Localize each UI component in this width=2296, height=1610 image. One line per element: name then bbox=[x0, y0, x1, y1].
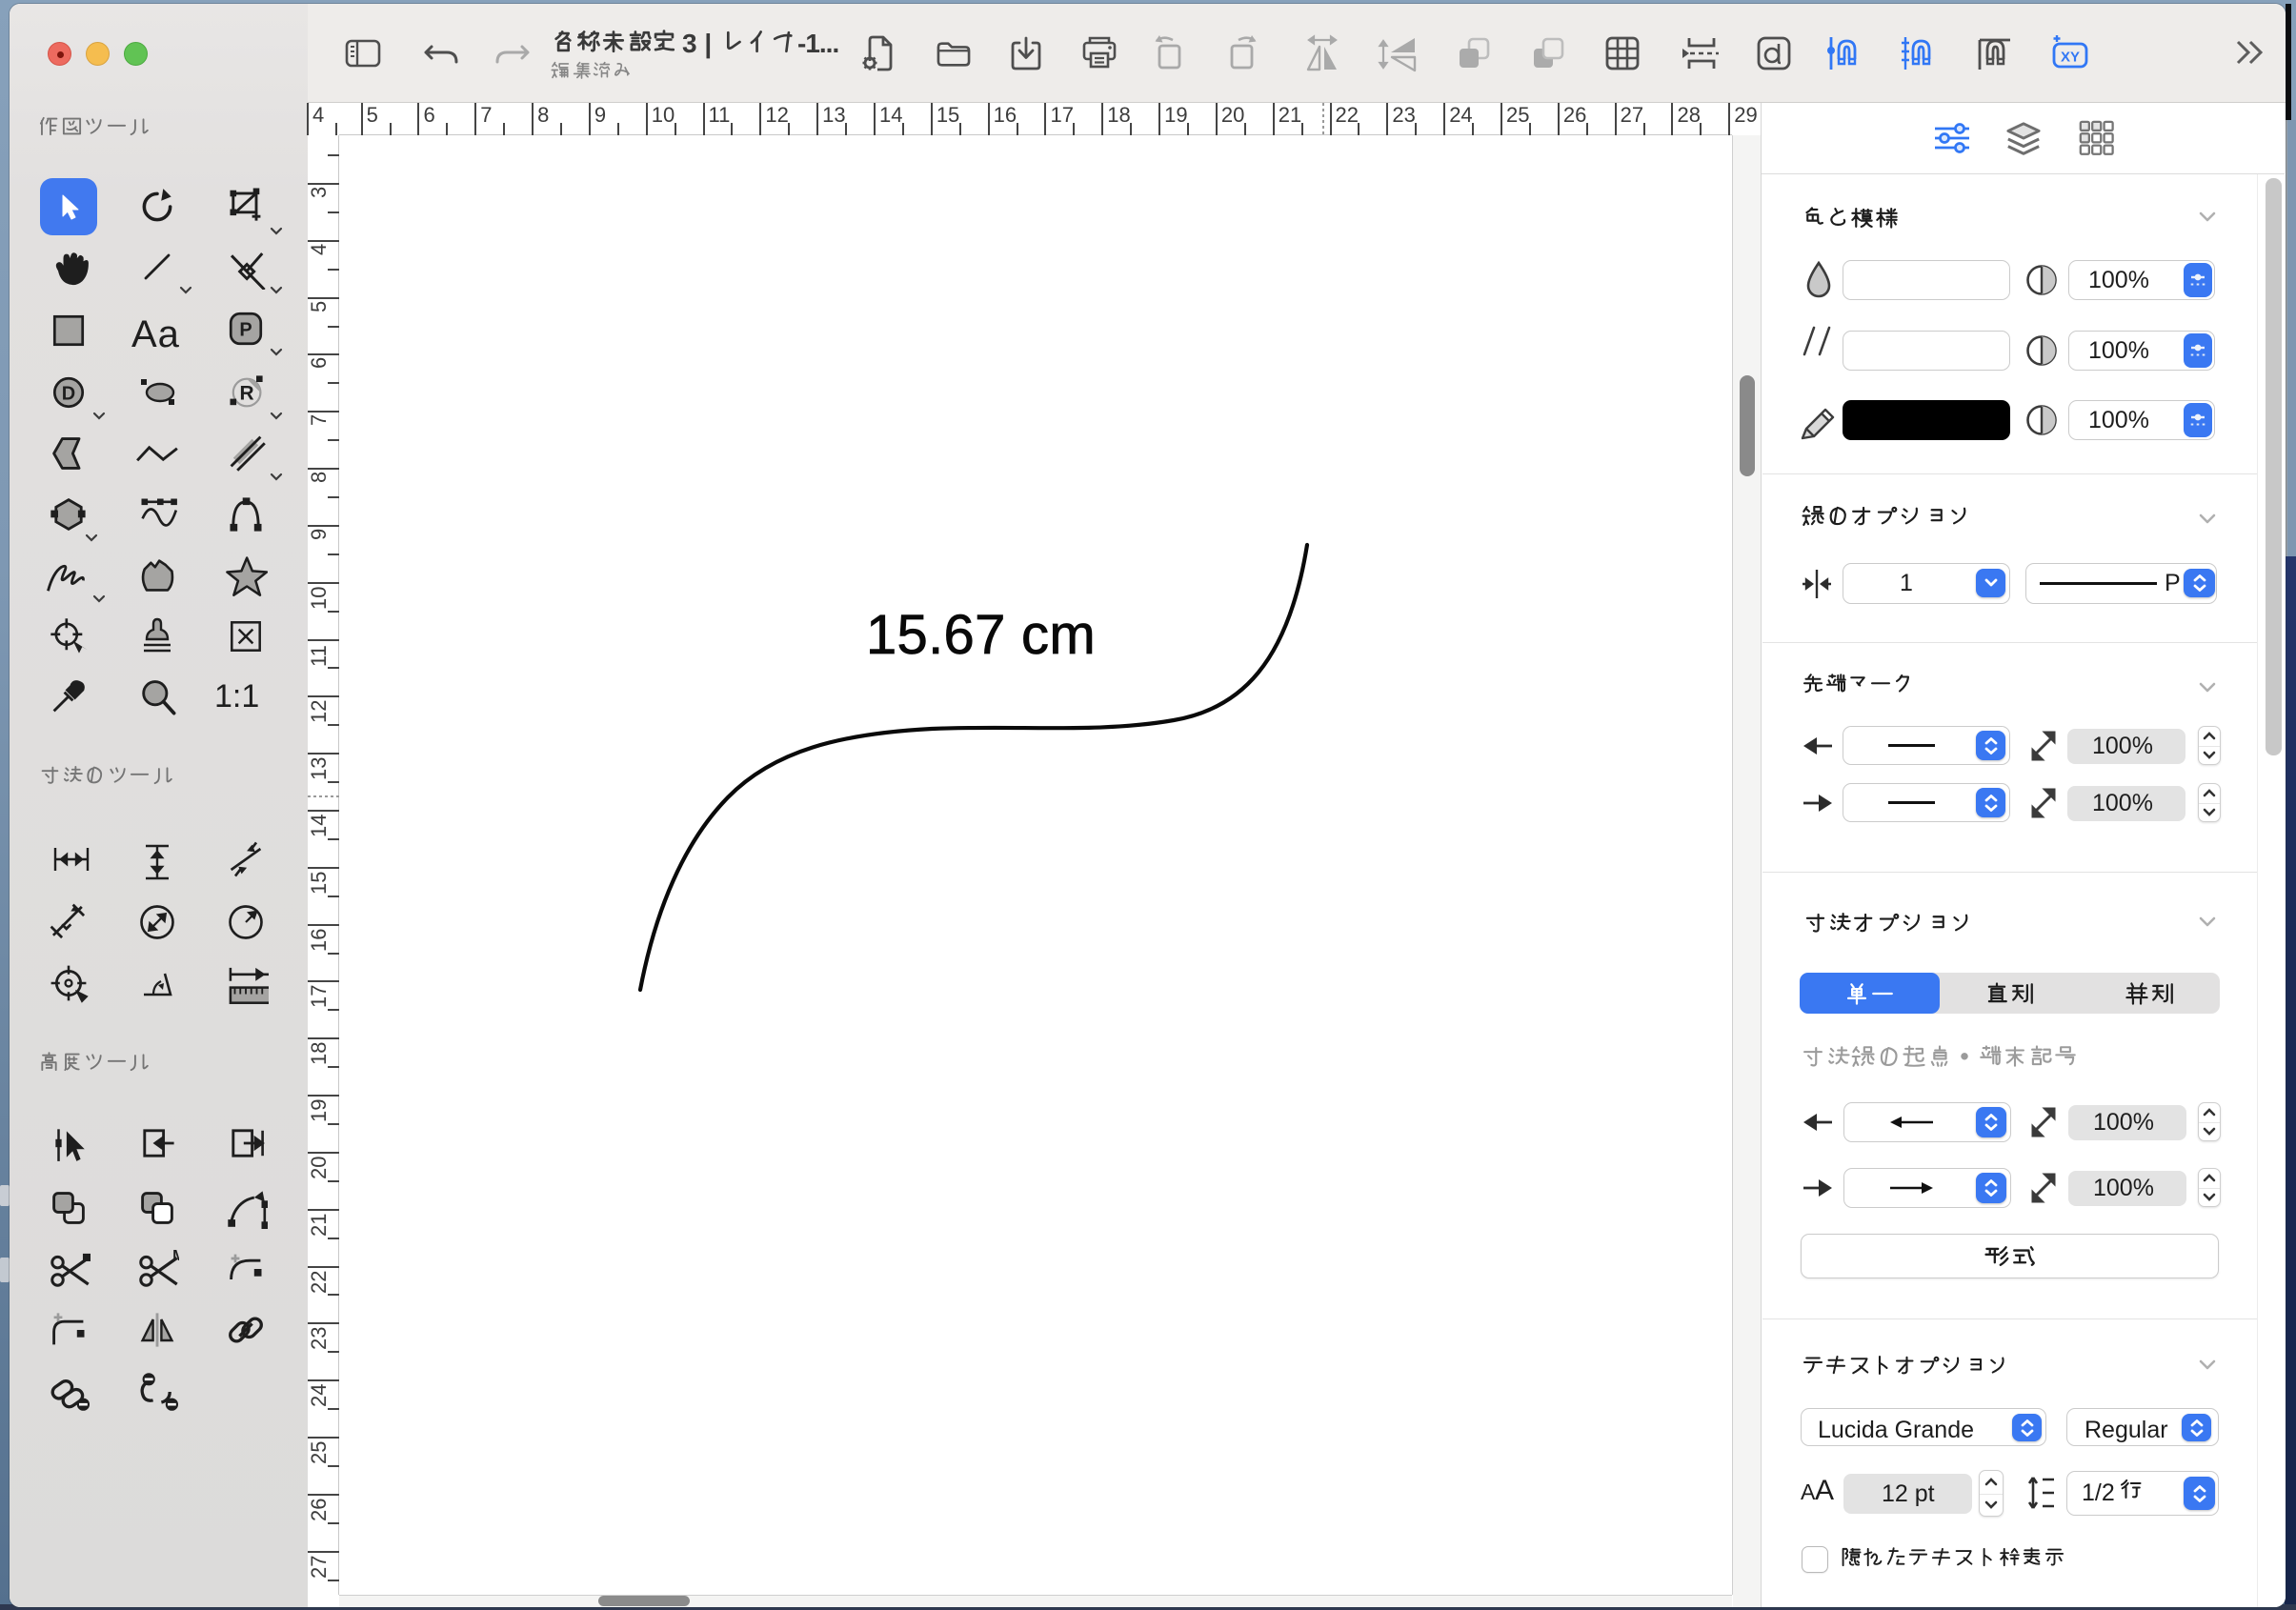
svg-text:D: D bbox=[62, 383, 75, 404]
svg-text:M: M bbox=[172, 1247, 179, 1264]
svg-text:XY: XY bbox=[2061, 50, 2080, 66]
svg-text:R: R bbox=[240, 383, 254, 405]
svg-text:P: P bbox=[239, 319, 252, 340]
